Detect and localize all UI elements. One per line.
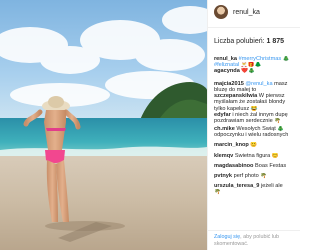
comment-username[interactable]: ch.mike [214,126,235,132]
comment-username[interactable]: klemqv [214,153,233,159]
comment-username[interactable]: renul_ka [214,56,237,62]
comment-text: perf photo 🌴 [232,173,268,180]
comment-text: 🎄 [281,56,290,62]
login-prompt: Zaloguj się, aby polubić lub skomentować… [214,234,300,247]
comment-text: W pierwsz [257,93,285,100]
comment-text: bluzę do małej to [214,86,257,93]
mention-link[interactable]: @renul_ka [245,81,272,87]
post-header: renul_ka [214,4,298,20]
comment-text: odpoczynku i wielu radosnych [214,132,289,139]
comment: klemqv Świetna figura 😊 [214,153,300,159]
hashtag-link[interactable]: #feliznatal [214,62,239,68]
comment-text: pozdrawiam serdecznie 🌴 [214,117,282,124]
comment-text: 😊 [248,142,258,149]
avatar[interactable] [214,5,228,19]
comment-text: Świetna figura 😊 [233,152,279,159]
comment-username[interactable]: majcia2015 [214,81,244,87]
hashtag-link[interactable]: #merryChristmas [239,56,282,62]
comment-continuation: odpoczynku i wielu radosnych [214,132,300,138]
comment-continuation: pozdrawiam serdecznie 🌴 [214,118,300,124]
comment-text: Wesołych Świąt 🎄 [234,126,285,133]
comment: marcin_knop 😊 [214,142,300,148]
post-sidebar: renul_ka Liczba polubień: 1 875 renul_ka… [207,0,300,250]
comment-text: tylko kapelusz 😂 [214,105,258,112]
comment-username[interactable]: marcin_knop [214,142,249,148]
comment-text: 🎅🎁🌲 [239,62,262,69]
comment-list: renul_ka #merryChristmas 🎄 #feliznatal 🎅… [214,56,300,196]
comment-text: myślałam że zostałaś blondy [214,99,286,106]
author-username[interactable]: renul_ka [233,9,260,16]
beach-photo [0,0,207,250]
comment-username[interactable]: pvtnyk [214,173,232,179]
login-link[interactable]: Zaloguj się [214,234,240,240]
comment-text: 🌴 [214,189,221,196]
comment-username[interactable]: urszula_teresa_9 [214,183,259,189]
comment: pvtnyk perf photo 🌴 [214,173,300,179]
post-photo[interactable] [0,0,207,250]
likes-count-row: Liczba polubień: 1 875 [214,38,284,45]
comment: agacynda ❤️🎄 [214,68,300,80]
comment-text: ❤️🎄 [239,68,256,75]
comment-text: Boas Festas [253,162,287,169]
comment-text: jeżeli ale [259,183,283,190]
comment-username[interactable]: agacynda [214,68,240,74]
comment-username[interactable]: magdasabinoo [214,163,253,169]
comment: magdasabinoo Boas Festas [214,163,300,169]
likes-count[interactable]: 1 875 [267,38,285,45]
comment-username[interactable]: szczepanskilwia [214,93,257,99]
header-divider [208,27,300,28]
login-footer: Zaloguj się, aby polubić lub skomentować… [208,230,300,250]
comment-continuation: 🌴 [214,189,300,195]
comment-text: i niech żal innym dupę [230,111,288,118]
comment-username[interactable]: edyfar [214,112,231,118]
likes-label: Liczba polubień: [214,38,265,45]
comment-text: masz [272,80,288,87]
